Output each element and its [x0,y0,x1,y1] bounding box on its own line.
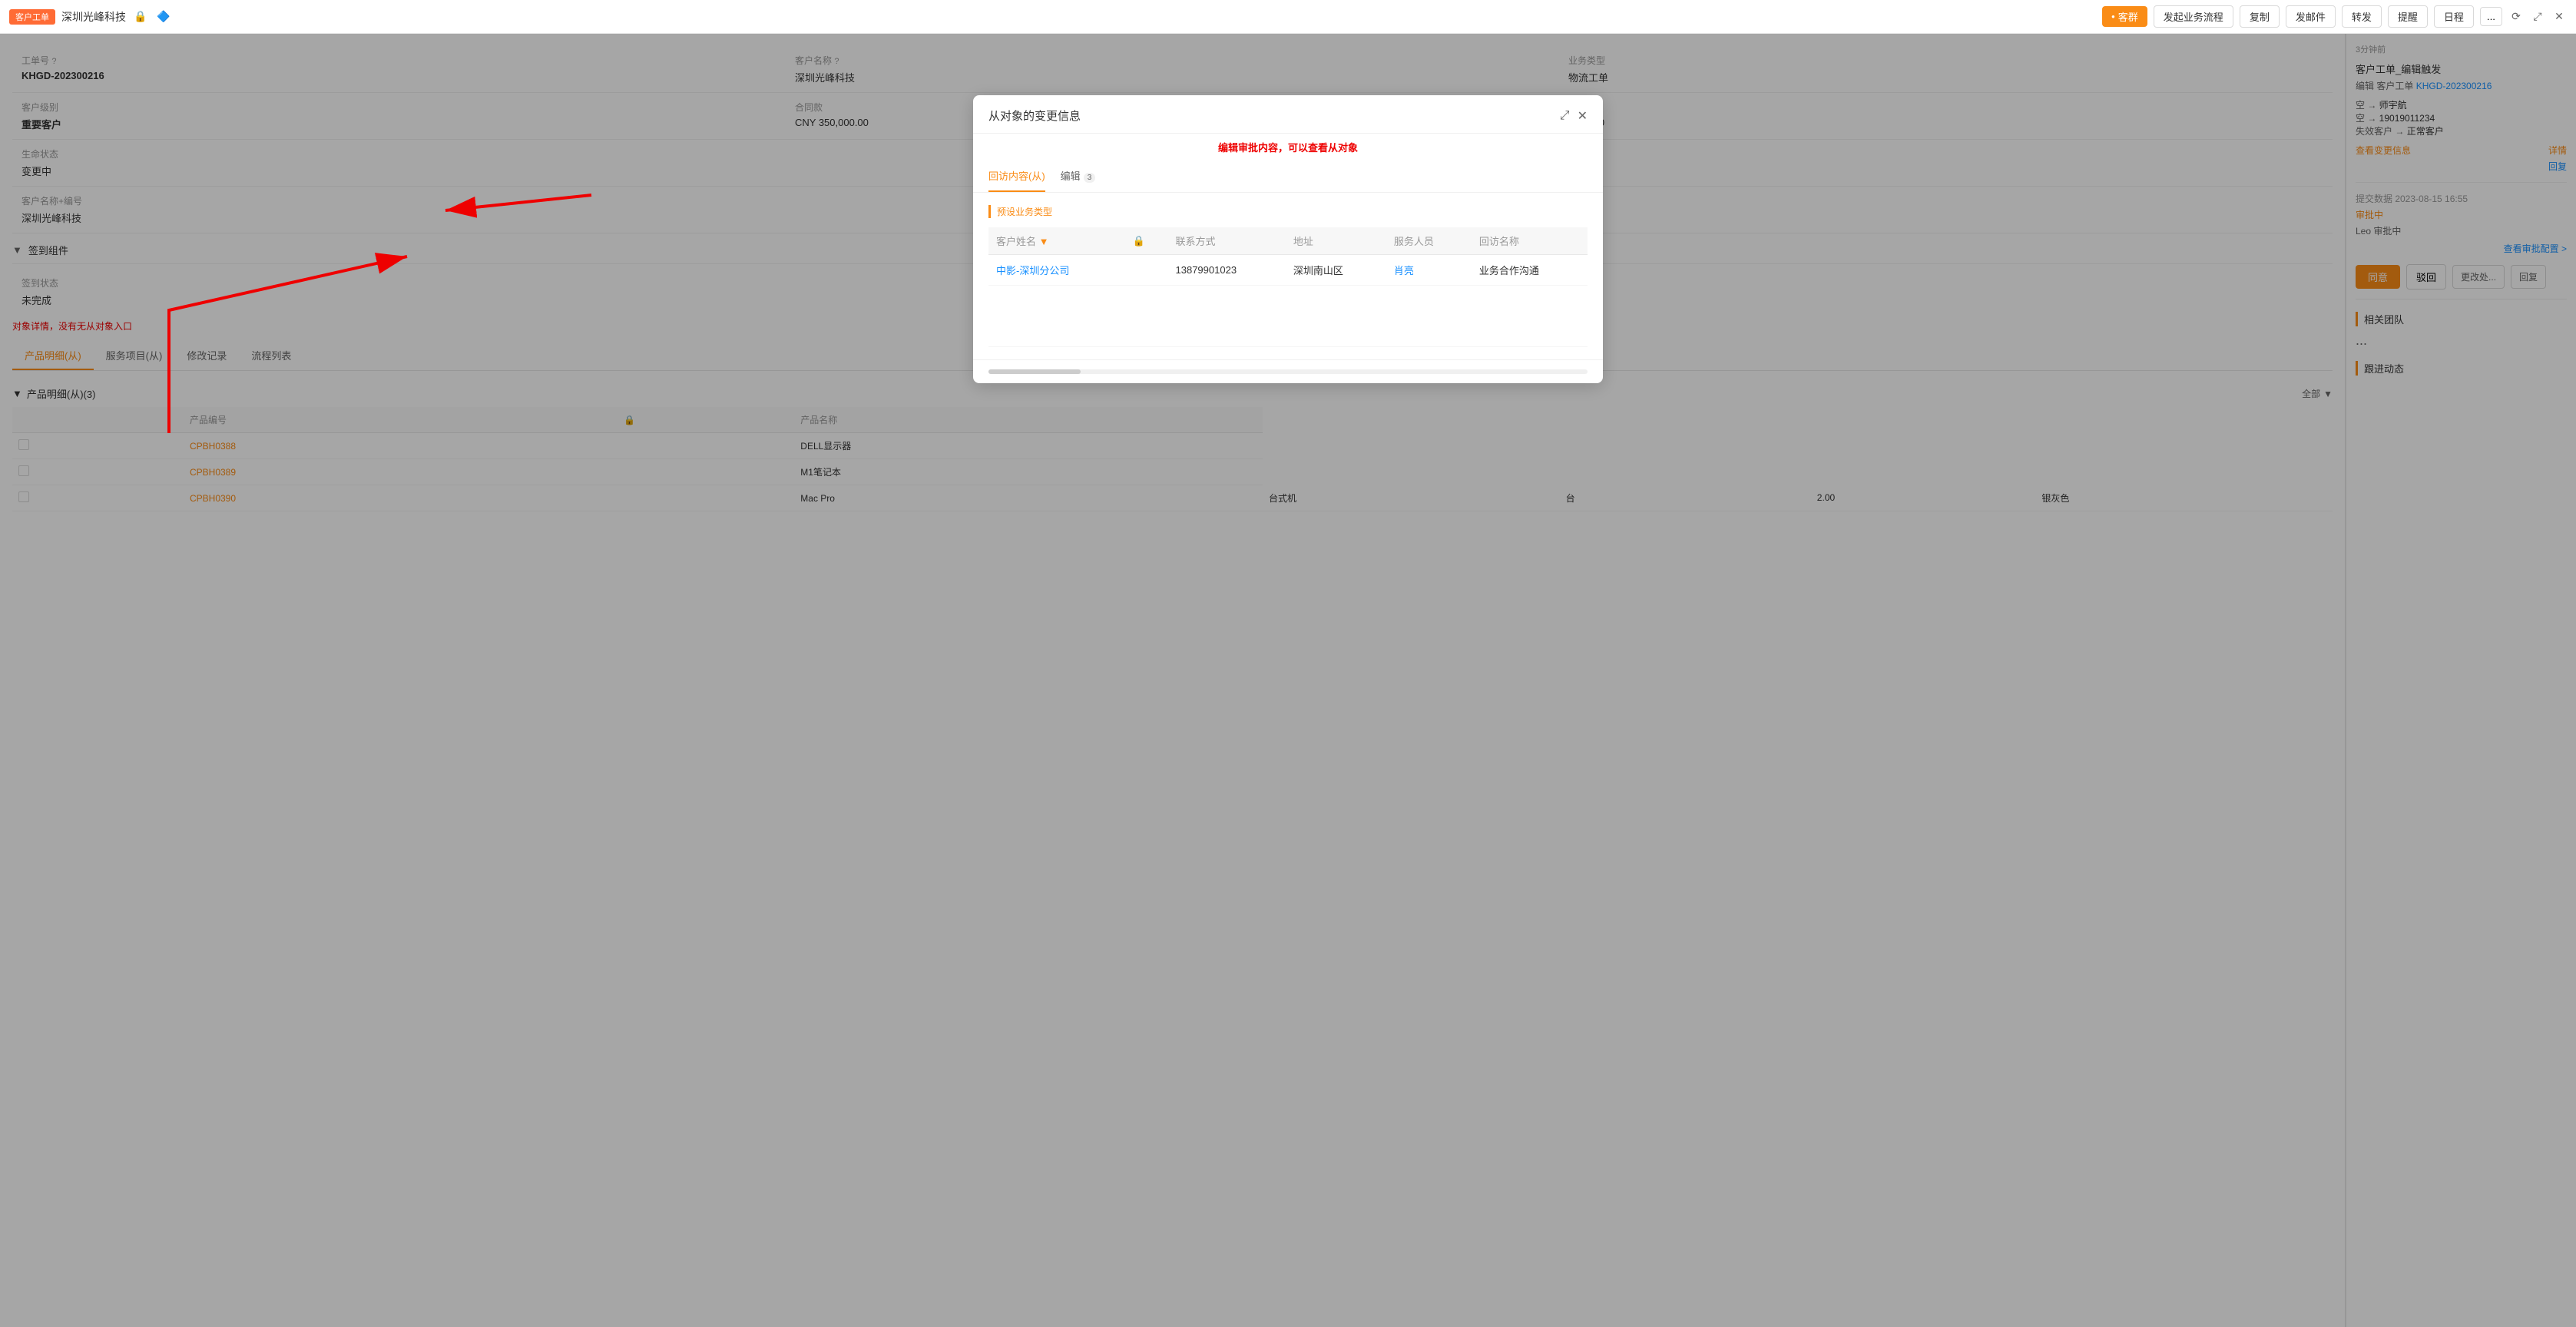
forward-button[interactable]: 转发 [2342,5,2382,28]
modal-header-icons: ⤢ ✕ [1560,108,1588,124]
modal-table-header: 客户姓名 ▼ 🔒 联系方式 地址 服务人员 回访名称 [988,227,1588,255]
modal-expand-icon[interactable]: ⤢ [1560,109,1570,123]
start-workflow-button[interactable]: 发起业务流程 [2154,5,2233,28]
top-bar-left: 客户工单 深圳光峰科技 🔒 🔷 [9,8,172,25]
modal-phone: 13879901023 [1168,255,1286,286]
remind-button[interactable]: 提醒 [2388,5,2428,28]
lock-icon[interactable]: 🔒 [132,8,149,25]
bookmark-icon[interactable]: 🔷 [155,8,172,25]
modal-tab-visit-content[interactable]: 回访内容(从) [988,160,1045,192]
modal-close-icon[interactable]: ✕ [1578,108,1588,124]
modal-empty-row [988,286,1588,347]
modal-red-text: 编辑审批内容，可以查看从对象 [988,140,1588,154]
top-bar: 客户工单 深圳光峰科技 🔒 🔷 客群 发起业务流程 复制 发邮件 转发 提醒 日… [0,0,2576,34]
modal-customer-name-link[interactable]: 中影-深圳分公司 [988,255,1125,286]
scrollbar-thumb [988,369,1081,374]
modal-table-row: 中影-深圳分公司 13879901023 深圳南山区 肖亮 业务合作沟通 [988,255,1588,286]
modal-tab-edit[interactable]: 编辑3 [1061,160,1096,192]
schedule-button[interactable]: 日程 [2434,5,2474,28]
modal-table: 客户姓名 ▼ 🔒 联系方式 地址 服务人员 回访名称 中影-深圳分公司 1387… [988,227,1588,347]
col-lock: 🔒 [1125,227,1168,255]
modal: 从对象的变更信息 ⤢ ✕ 编辑审批内容，可以查看从对象 回访内容(从) 编辑3 … [973,95,1603,383]
breadcrumb-tag[interactable]: 客户工单 [9,9,55,25]
col-customer-name: 客户姓名 ▼ [988,227,1125,255]
scrollbar-track[interactable] [988,369,1588,374]
modal-tabs: 回访内容(从) 编辑3 [973,160,1603,193]
expand-icon[interactable]: ⤢ [2530,9,2545,25]
refresh-icon[interactable]: ⟳ [2508,9,2524,25]
copy-button[interactable]: 复制 [2240,5,2280,28]
top-bar-right: 客群 发起业务流程 复制 发邮件 转发 提醒 日程 ... ⟳ ⤢ ✕ [2102,5,2567,28]
col-address: 地址 [1286,227,1386,255]
modal-service-link[interactable]: 肖亮 [1386,255,1472,286]
modal-address: 深圳南山区 [1286,255,1386,286]
close-icon[interactable]: ✕ [2551,9,2567,25]
send-email-button[interactable]: 发邮件 [2286,5,2336,28]
more-button[interactable]: ... [2480,7,2502,26]
modal-red-annotation-area: 编辑审批内容，可以查看从对象 [973,134,1603,154]
modal-header: 从对象的变更信息 ⤢ ✕ [973,95,1603,134]
modal-title: 从对象的变更信息 [988,108,1081,124]
col-service: 服务人员 [1386,227,1472,255]
col-visit-name: 回访名称 [1472,227,1588,255]
modal-body: 预设业务类型 客户姓名 ▼ 🔒 联系方式 地址 服务人员 回访名称 中影-深圳分… [973,193,1603,359]
col-contact: 联系方式 [1168,227,1286,255]
top-bar-title: 深圳光峰科技 [61,9,126,25]
modal-footer-bar [973,359,1603,383]
crowd-button[interactable]: 客群 [2102,6,2147,27]
preset-label: 预设业务类型 [988,205,1588,218]
modal-overlay: 从对象的变更信息 ⤢ ✕ 编辑审批内容，可以查看从对象 回访内容(从) 编辑3 … [0,34,2576,1327]
modal-visit-name: 业务合作沟通 [1472,255,1588,286]
